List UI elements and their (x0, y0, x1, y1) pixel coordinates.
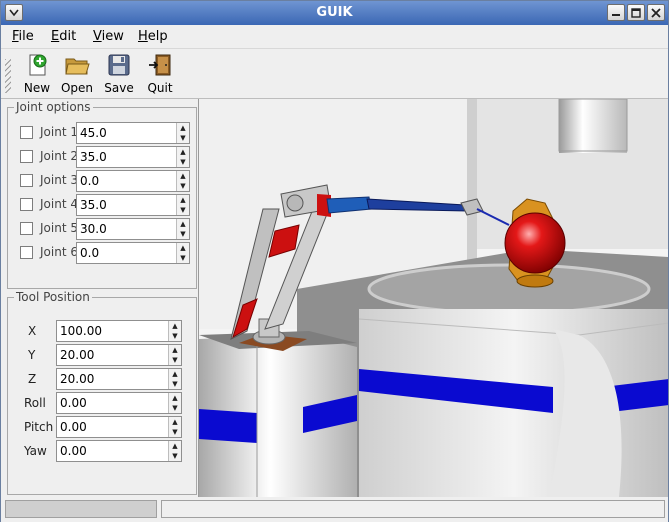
menu-file[interactable]: File (12, 29, 34, 44)
quit-button[interactable]: Quit (138, 53, 182, 97)
joint-6-label: Joint 6 (40, 245, 78, 259)
robot-scene (199, 99, 668, 497)
floppy-disk-icon (108, 54, 130, 76)
spin-up-icon[interactable]: ▲ (169, 321, 181, 331)
menu-bar: File Edit View Help (1, 25, 668, 49)
open-button[interactable]: Open (55, 53, 99, 97)
minimize-button[interactable] (607, 4, 625, 21)
roll-spinbox[interactable]: 0.00 ▲ ▼ (56, 392, 182, 414)
spin-down-icon[interactable]: ▼ (169, 331, 181, 341)
joint-4-label: Joint 4 (40, 197, 78, 211)
joint-3-checkbox[interactable] (20, 174, 33, 187)
spin-down-icon[interactable]: ▼ (177, 253, 189, 263)
spin-down-icon[interactable]: ▼ (177, 133, 189, 143)
toolbar-grip[interactable] (5, 59, 11, 93)
pitch-spinbox[interactable]: 0.00 ▲ ▼ (56, 416, 182, 438)
left-panel: Joint options Joint 1 45.0 ▲ ▼ Joint 2 35… (3, 99, 197, 497)
status-cell-progress (5, 500, 157, 518)
joint-1-spinbox[interactable]: 45.0 ▲ ▼ (76, 122, 190, 144)
maximize-button[interactable] (627, 4, 645, 21)
save-button[interactable]: Save (97, 53, 141, 97)
spin-up-icon[interactable]: ▲ (177, 123, 189, 133)
joint-4-spinbox[interactable]: 35.0 ▲ ▼ (76, 194, 190, 216)
spin-up-icon[interactable]: ▲ (169, 393, 181, 403)
new-document-icon (29, 54, 47, 76)
tool-position-title: Tool Position (14, 290, 92, 304)
window-title: GUIK (316, 5, 353, 20)
menu-edit[interactable]: Edit (51, 29, 76, 44)
x-label: X (28, 324, 37, 338)
roll-label: Roll (24, 396, 46, 410)
z-label: Z (28, 372, 37, 386)
joint-5-checkbox[interactable] (20, 222, 33, 235)
spin-down-icon[interactable]: ▼ (177, 229, 189, 239)
toolbar: New Open Save Quit (1, 49, 668, 99)
exit-door-icon (149, 54, 171, 76)
joint-3-spinbox[interactable]: 0.0 ▲ ▼ (76, 170, 190, 192)
spin-up-icon[interactable]: ▲ (177, 195, 189, 205)
maximize-icon (631, 7, 641, 18)
spin-up-icon[interactable]: ▲ (177, 147, 189, 157)
joint-row-4: Joint 4 35.0 ▲ ▼ (18, 194, 198, 216)
spin-down-icon[interactable]: ▼ (177, 181, 189, 191)
tool-position-group: Tool Position X 100.00 ▲ ▼ Y 20.00 ▲ ▼ Z 2… (7, 290, 197, 495)
chevron-down-icon (9, 9, 19, 16)
joint-row-2: Joint 2 35.0 ▲ ▼ (18, 146, 198, 168)
spin-down-icon[interactable]: ▼ (177, 205, 189, 215)
joint-1-checkbox[interactable] (20, 126, 33, 139)
joint-row-5: Joint 5 30.0 ▲ ▼ (18, 218, 198, 240)
close-button[interactable] (647, 4, 665, 21)
spin-up-icon[interactable]: ▲ (169, 441, 181, 451)
joint-6-checkbox[interactable] (20, 246, 33, 259)
spin-up-icon[interactable]: ▲ (169, 345, 181, 355)
spin-up-icon[interactable]: ▲ (169, 417, 181, 427)
spin-down-icon[interactable]: ▼ (169, 379, 181, 389)
y-spinbox[interactable]: 20.00 ▲ ▼ (56, 344, 182, 366)
spin-down-icon[interactable]: ▼ (169, 451, 181, 461)
title-bar[interactable]: GUIK (1, 1, 668, 25)
close-icon (651, 7, 661, 18)
spin-down-icon[interactable]: ▼ (177, 157, 189, 167)
joint-4-checkbox[interactable] (20, 198, 33, 211)
joint-row-3: Joint 3 0.0 ▲ ▼ (18, 170, 198, 192)
joint-3-label: Joint 3 (40, 173, 78, 187)
joint-2-spinbox[interactable]: 35.0 ▲ ▼ (76, 146, 190, 168)
joint-row-1: Joint 1 45.0 ▲ ▼ (18, 122, 198, 144)
window-menu-button[interactable] (5, 4, 23, 21)
yaw-spinbox[interactable]: 0.00 ▲ ▼ (56, 440, 182, 462)
joint-1-label: Joint 1 (40, 125, 78, 139)
joint-2-checkbox[interactable] (20, 150, 33, 163)
spin-up-icon[interactable]: ▲ (177, 219, 189, 229)
joint-6-spinbox[interactable]: 0.0 ▲ ▼ (76, 242, 190, 264)
joint-5-label: Joint 5 (40, 221, 78, 235)
app-window: GUIK File Edit View Help New Open Save Q… (0, 0, 669, 522)
spin-down-icon[interactable]: ▼ (169, 355, 181, 365)
y-label: Y (28, 348, 36, 362)
x-spinbox[interactable]: 100.00 ▲ ▼ (56, 320, 182, 342)
joint-5-spinbox[interactable]: 30.0 ▲ ▼ (76, 218, 190, 240)
menu-help[interactable]: Help (138, 29, 168, 44)
3d-viewport[interactable] (198, 99, 668, 497)
spin-up-icon[interactable]: ▲ (177, 171, 189, 181)
spin-down-icon[interactable]: ▼ (169, 403, 181, 413)
pitch-label: Pitch (24, 420, 54, 434)
joint-2-label: Joint 2 (40, 149, 78, 163)
status-bar (1, 498, 668, 522)
yaw-label: Yaw (24, 444, 47, 458)
spin-down-icon[interactable]: ▼ (169, 427, 181, 437)
joint-options-group: Joint options Joint 1 45.0 ▲ ▼ Joint 2 35… (7, 100, 198, 289)
joint-row-6: Joint 6 0.0 ▲ ▼ (18, 242, 198, 264)
status-cell-message (161, 500, 665, 518)
joint-options-title: Joint options (14, 100, 93, 114)
minimize-icon (612, 13, 620, 16)
spin-up-icon[interactable]: ▲ (169, 369, 181, 379)
menu-view[interactable]: View (93, 29, 124, 44)
folder-open-icon (65, 58, 90, 75)
z-spinbox[interactable]: 20.00 ▲ ▼ (56, 368, 182, 390)
spin-up-icon[interactable]: ▲ (177, 243, 189, 253)
new-button[interactable]: New (15, 53, 59, 97)
